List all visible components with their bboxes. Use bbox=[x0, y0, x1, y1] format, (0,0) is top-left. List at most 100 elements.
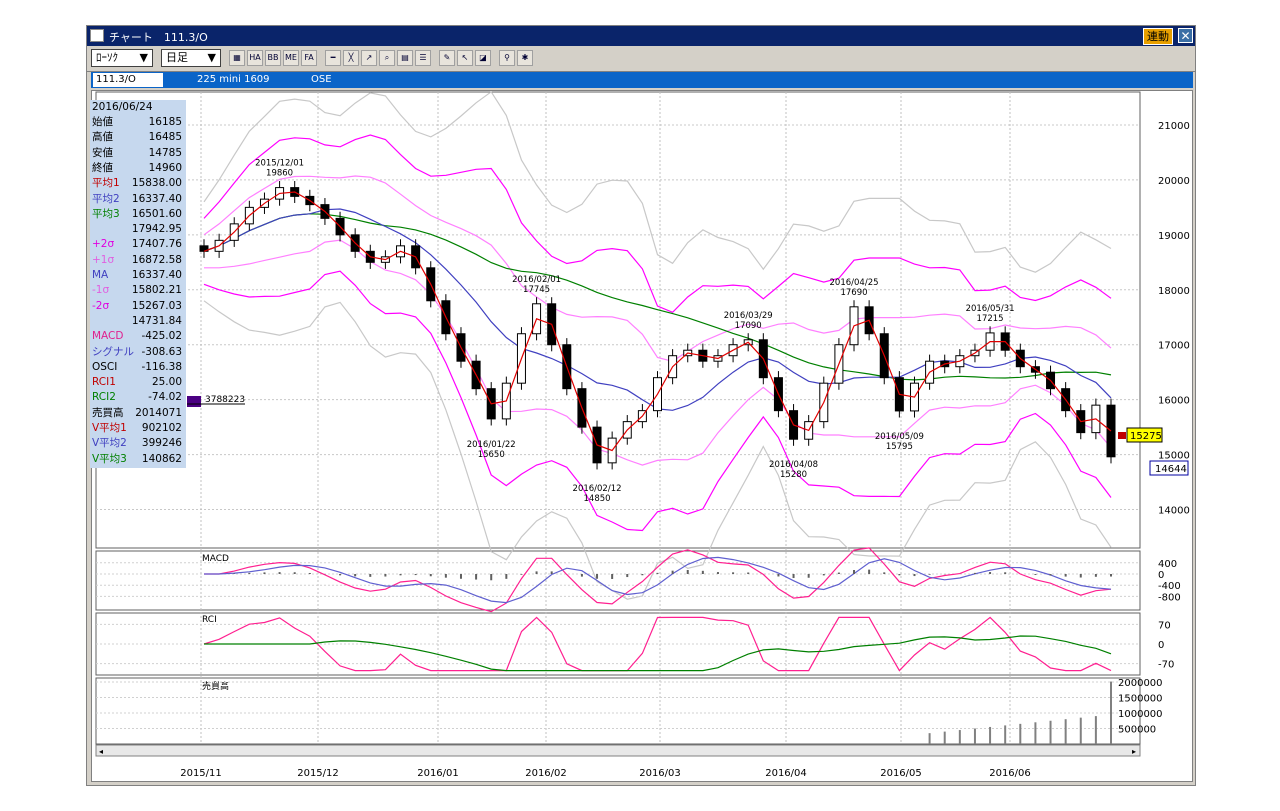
y-tick-label: 19000 bbox=[1158, 231, 1190, 242]
info-value: 2014071 bbox=[135, 406, 182, 419]
info-label: -1σ bbox=[92, 284, 110, 297]
horizontal-scrollbar bbox=[95, 744, 1141, 757]
info-row: MACD -425.02 bbox=[92, 329, 184, 344]
info-row: RCI1 25.00 bbox=[92, 375, 184, 390]
y-tick-label: 16000 bbox=[1158, 396, 1190, 407]
info-label: 平均1 bbox=[92, 177, 120, 190]
y-tick-label: 20000 bbox=[1158, 176, 1190, 187]
volume-tick-label: 1500000 bbox=[1118, 694, 1163, 705]
scroll-right-icon: ▸ bbox=[1132, 747, 1136, 756]
info-label: 始値 bbox=[92, 116, 113, 128]
info-value: 17942.95 bbox=[131, 223, 182, 236]
info-value: 14960 bbox=[148, 161, 182, 174]
info-label: 終値 bbox=[92, 161, 113, 174]
info-label: 高値 bbox=[92, 131, 113, 144]
info-label: RCI2 bbox=[92, 391, 116, 404]
info-value: -116.38 bbox=[141, 360, 182, 373]
current-price-arrow bbox=[1118, 432, 1126, 439]
rci-tick-label: 70 bbox=[1158, 620, 1171, 631]
info-value: 16337.40 bbox=[131, 192, 182, 205]
info-row: 平均3 16501.60 bbox=[92, 207, 184, 222]
rci-tick-label: 0 bbox=[1158, 640, 1164, 651]
info-value: -308.63 bbox=[141, 345, 182, 358]
info-label: V平均2 bbox=[92, 437, 127, 450]
info-row: 始値 16185 bbox=[92, 115, 184, 130]
info-label: +1σ bbox=[92, 253, 115, 266]
info-label: 売買高 bbox=[92, 406, 124, 419]
info-row: MA 16337.40 bbox=[92, 268, 184, 283]
annotation-date: 2015/12/01 bbox=[255, 159, 304, 169]
annotation-value: 15650 bbox=[478, 450, 505, 460]
annotation-date: 2016/05/09 bbox=[875, 432, 924, 442]
x-tick-label: 2016/05 bbox=[880, 768, 922, 779]
info-row: OSCI -116.38 bbox=[92, 360, 184, 375]
macd-panel bbox=[95, 550, 1141, 611]
x-tick-label: 2016/04 bbox=[765, 768, 807, 779]
info-value: 16485 bbox=[148, 131, 182, 144]
y-tick-label: 15000 bbox=[1158, 451, 1190, 462]
info-date: 2016/06/24 bbox=[92, 101, 153, 113]
info-row: 売買高 2014071 bbox=[92, 406, 184, 421]
info-label: MACD bbox=[92, 330, 124, 343]
y-tick-label: 17000 bbox=[1158, 341, 1190, 352]
annotation-value: 17215 bbox=[977, 314, 1004, 324]
info-value: 16501.60 bbox=[131, 207, 182, 220]
info-row: V平均1 902102 bbox=[92, 421, 184, 436]
annotation-value: 14850 bbox=[584, 494, 611, 504]
info-label: 安値 bbox=[92, 146, 113, 159]
annotation-value: 15280 bbox=[780, 470, 807, 480]
annotation-value: 17745 bbox=[523, 285, 550, 295]
y-tick-label: 14000 bbox=[1158, 506, 1190, 517]
volume-panel bbox=[95, 677, 1141, 745]
info-row: 平均2 16337.40 bbox=[92, 192, 184, 207]
rci-panel-label: RCI bbox=[202, 615, 217, 625]
info-label: OSCI bbox=[92, 360, 118, 373]
x-tick-label: 2016/01 bbox=[417, 768, 459, 779]
info-value: 17407.76 bbox=[131, 238, 182, 251]
x-tick-label: 2015/12 bbox=[297, 768, 339, 779]
x-tick-label: 2016/02 bbox=[525, 768, 567, 779]
info-row: 終値 14960 bbox=[92, 161, 184, 176]
rci-tick-label: -70 bbox=[1158, 660, 1174, 671]
annotation-value: 19860 bbox=[266, 169, 293, 179]
info-row: 17942.95 bbox=[92, 222, 184, 237]
info-value: 25.00 bbox=[151, 376, 182, 389]
volume-tick-label: 1000000 bbox=[1118, 709, 1163, 720]
info-value: 15267.03 bbox=[131, 299, 182, 312]
info-row: 安値 14785 bbox=[92, 146, 184, 161]
info-row: シグナル -308.63 bbox=[92, 345, 184, 360]
info-value: 15838.00 bbox=[131, 177, 182, 190]
price-chart[interactable]: ◂ ▸ 14000 15000 16000 17000 18000 19000 20000 210… bbox=[0, 0, 1280, 811]
info-value: 16872.58 bbox=[131, 253, 182, 266]
volume-tick-label: 2000000 bbox=[1118, 678, 1163, 689]
info-value: 16185 bbox=[148, 116, 182, 128]
info-value: 399246 bbox=[141, 437, 182, 450]
annotation-date: 2016/01/22 bbox=[467, 440, 516, 450]
info-row: 平均1 15838.00 bbox=[92, 176, 184, 191]
info-label: V平均3 bbox=[92, 452, 127, 465]
volume-tick-label: 500000 bbox=[1118, 725, 1156, 736]
info-row: 14731.84 bbox=[92, 314, 184, 329]
annotation-date: 2016/04/08 bbox=[769, 460, 818, 470]
x-tick-label: 2016/03 bbox=[639, 768, 681, 779]
info-label: +2σ bbox=[92, 238, 115, 251]
info-label: MA bbox=[92, 269, 109, 281]
info-row: V平均3 140862 bbox=[92, 452, 184, 467]
y-tick-label: 21000 bbox=[1158, 121, 1190, 132]
annotation-date: 2016/05/31 bbox=[966, 304, 1015, 314]
info-row: -2σ 15267.03 bbox=[92, 299, 184, 314]
macd-tick-label: -400 bbox=[1158, 581, 1181, 592]
annotation-value: 15795 bbox=[886, 442, 913, 452]
info-row: +2σ 17407.76 bbox=[92, 237, 184, 252]
annotation-date: 2016/03/29 bbox=[724, 311, 773, 321]
info-value: -425.02 bbox=[141, 330, 182, 343]
x-tick-label: 2015/11 bbox=[180, 768, 222, 779]
low-price-label: 14644 bbox=[1155, 464, 1187, 475]
info-value: 16337.40 bbox=[131, 269, 182, 281]
info-label: RCI1 bbox=[92, 376, 116, 389]
y-tick-label: 18000 bbox=[1158, 286, 1190, 297]
info-value: 14785 bbox=[148, 146, 182, 159]
info-label: 平均2 bbox=[92, 192, 120, 205]
macd-tick-label: -800 bbox=[1158, 592, 1181, 603]
info-label: V平均1 bbox=[92, 422, 127, 434]
